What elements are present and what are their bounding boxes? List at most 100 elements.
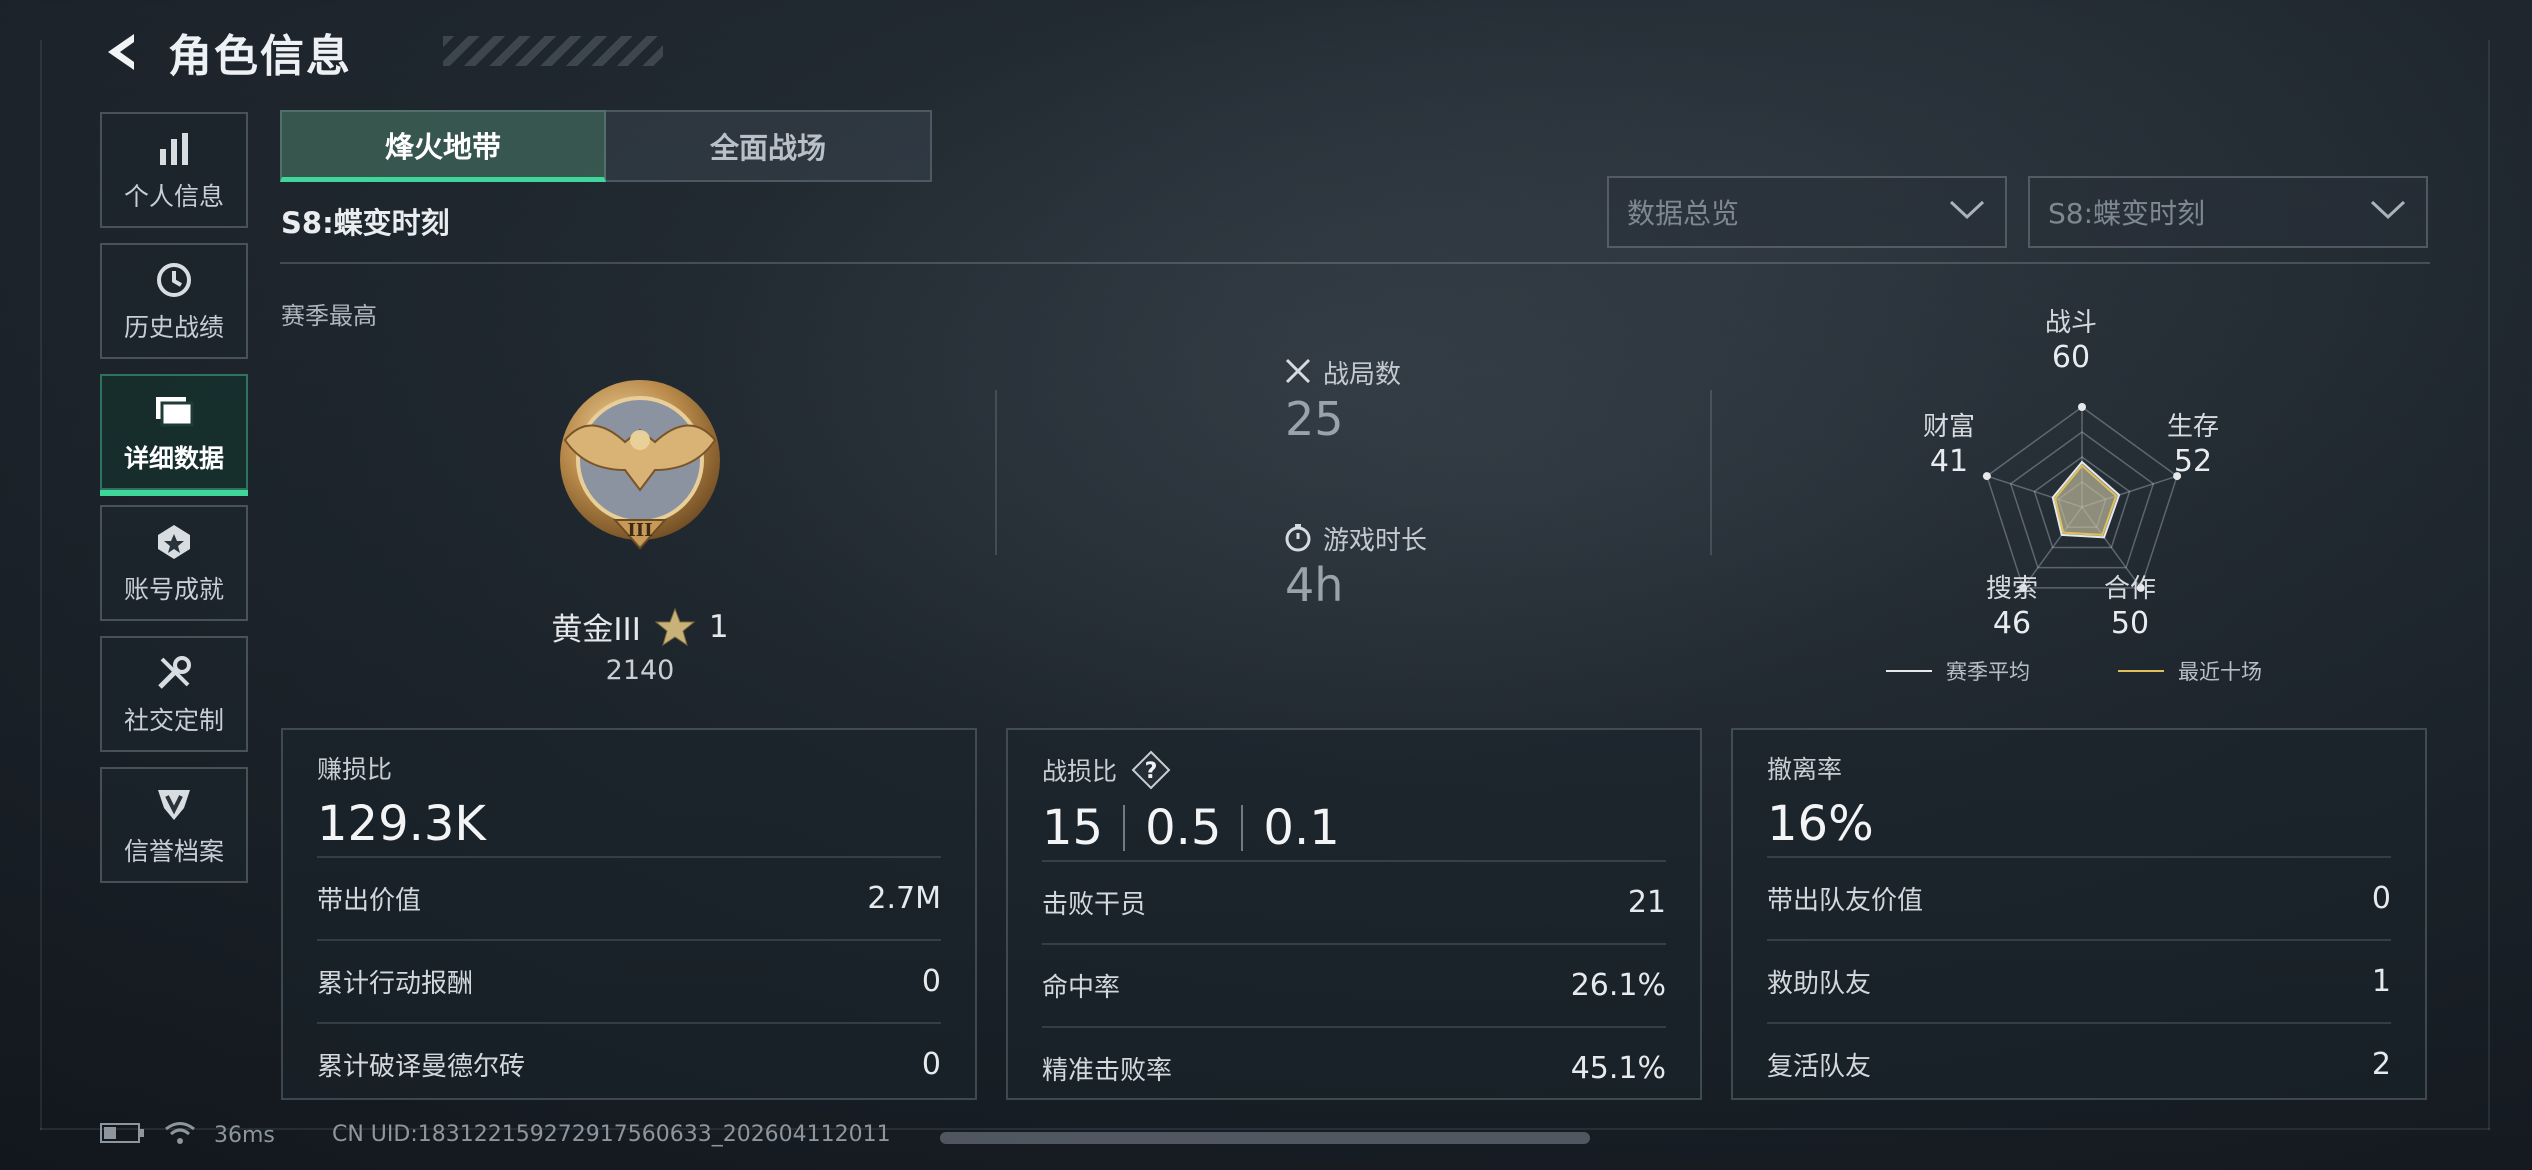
radar-label-combat: 战斗 [2044, 308, 2097, 338]
stat-row-label: 复活队友 [1767, 1052, 1872, 1082]
radar-vertex-dot [2078, 403, 2086, 411]
rank-score: 2140 [605, 655, 675, 686]
season-best-label: 赛季最高 [281, 302, 377, 330]
help-icon[interactable]: ? [1131, 750, 1171, 790]
radar-label-search: 搜索 [1985, 574, 2038, 604]
radar-value-combat: 60 [2051, 340, 2091, 375]
chevron-down-icon [2368, 198, 2408, 226]
view-dropdown[interactable]: 数据总览 [1607, 176, 2007, 248]
card-big-value: 16% [1767, 796, 1874, 852]
extraction-card: 撤离率 16% 带出队友价值 0 救助队友 1 复活队友 2 [1731, 728, 2427, 1100]
stat-row-value: 45.1% [1570, 1051, 1666, 1086]
legend-season-average: 赛季平均 [1886, 656, 2030, 686]
rank-star-count: 1 [708, 608, 729, 645]
sidebar-item-label: 社交定制 [123, 706, 224, 735]
stat-row-value: 1 [2371, 964, 2391, 999]
sidebar-item-achievements[interactable]: 账号成就 [100, 505, 248, 621]
folders-icon [152, 389, 196, 433]
rank-badge-numeral: III [627, 520, 652, 541]
card-title: 撤离率 [1767, 755, 1843, 784]
stat-row-value: 26.1% [1570, 968, 1666, 1003]
sidebar-item-personal-info[interactable]: 个人信息 [100, 112, 248, 228]
stopwatch-icon [1283, 522, 1313, 556]
card-title-row: 战损比 ? [1042, 750, 1666, 790]
stat-row-label: 累计行动报酬 [317, 969, 474, 999]
stat-row-label: 精准击败率 [1042, 1056, 1173, 1086]
legend-label: 最近十场 [2178, 660, 2262, 684]
stat-row: 救助队友 1 [1767, 939, 2391, 1022]
radar-value-search: 46 [1992, 606, 2032, 641]
season-dropdown[interactable]: S8:蝶变时刻 [2028, 176, 2428, 248]
sidebar-item-social-custom[interactable]: 社交定制 [100, 636, 248, 752]
divider [1710, 390, 1712, 555]
rank-name: 黄金III [551, 612, 641, 648]
kd-value-1: 15 [1042, 800, 1104, 856]
shield-badge-icon [152, 782, 196, 826]
stat-row: 命中率 26.1% [1042, 943, 1666, 1026]
rank-badge-icon: III [545, 370, 735, 570]
stat-row-value: 0 [2371, 881, 2391, 916]
season-dropdown-value: S8:蝶变时刻 [2048, 197, 2206, 230]
stat-row-value: 2 [2371, 1047, 2391, 1082]
stat-row: 复活队友 2 [1767, 1022, 2391, 1105]
card-big-value: 129.3K [317, 796, 486, 852]
status-footer: 36ms [100, 1120, 275, 1150]
profit-card: 赚损比 129.3K 带出价值 2.7M 累计行动报酬 0 累计破译曼德尔砖 0 [281, 728, 977, 1100]
legend-swatch [1886, 670, 1932, 672]
radar-label-survival: 生存 [2166, 412, 2219, 442]
tab-full-battlefield[interactable]: 全面战场 [606, 110, 932, 182]
page-header: 角色信息 [98, 22, 663, 82]
sidebar-item-label: 信誉档案 [123, 837, 224, 866]
radar-value-survival: 52 [2173, 444, 2213, 479]
title-hatch-decoration [443, 36, 663, 66]
radar-value-wealth: 41 [1929, 444, 1969, 479]
horizontal-scrollbar[interactable] [940, 1132, 1590, 1144]
chevron-down-icon [1947, 198, 1987, 226]
battery-icon [100, 1121, 146, 1149]
stat-row: 累计行动报酬 0 [317, 939, 941, 1022]
back-arrow-icon[interactable] [98, 28, 146, 76]
ping-value: 36ms [214, 1122, 275, 1148]
stat-row-label: 带出队友价值 [1767, 886, 1924, 916]
sidebar-item-detailed-data[interactable]: 详细数据 [100, 374, 248, 496]
playtime-label: 游戏时长 [1323, 526, 1428, 556]
rank-line: 黄金III 1 [480, 604, 800, 649]
matches-value: 25 [1285, 392, 1344, 446]
stat-row-value: 0 [921, 964, 941, 999]
star-icon [654, 607, 696, 647]
legend-recent-ten: 最近十场 [2118, 656, 2262, 686]
divider [1123, 805, 1126, 851]
stat-row: 累计破译曼德尔砖 0 [317, 1022, 941, 1105]
stat-row-value: 21 [1627, 885, 1666, 920]
radar-label-cooperation: 合作 [2103, 574, 2156, 604]
card-big-values: 15 0.5 0.1 [1042, 796, 1666, 860]
wifi-icon [164, 1120, 196, 1150]
tools-icon [152, 651, 196, 695]
legend-swatch [2118, 670, 2164, 672]
stat-row-label: 累计破译曼德尔砖 [317, 1052, 526, 1082]
sidebar-item-history[interactable]: 历史战绩 [100, 243, 248, 359]
card-title: 赚损比 [317, 755, 393, 784]
player-uid: CN UID:18312215927291756063​3_2026041120… [332, 1122, 891, 1147]
stat-row: 击败干员 21 [1042, 860, 1666, 943]
season-title: S8:蝶变时刻 [281, 206, 450, 240]
stat-row: 带出价值 2.7M [317, 856, 941, 939]
tab-hazard-zone[interactable]: 烽火地带 [280, 110, 606, 182]
combat-card: 战损比 ? 15 0.5 0.1 击败干员 21 命中率 26.1% 精准击败率… [1006, 728, 1702, 1100]
sidebar: 个人信息 历史战绩 详细数据 账号成就 社交定制 信誉档案 [100, 112, 248, 898]
legend-label: 赛季平均 [1946, 660, 2030, 684]
stat-row-label: 命中率 [1042, 973, 1121, 1003]
crossed-swords-icon [1283, 356, 1313, 390]
sidebar-item-label: 详细数据 [123, 444, 224, 473]
page-title: 角色信息 [168, 31, 352, 82]
playtime-value: 4h [1285, 558, 1344, 612]
stat-row-value: 0 [921, 1047, 941, 1082]
radar-value-cooperation: 50 [2110, 606, 2150, 641]
bar-chart-icon [152, 127, 196, 171]
sidebar-item-credit-file[interactable]: 信誉档案 [100, 767, 248, 883]
divider [995, 390, 997, 555]
sidebar-item-label: 个人信息 [123, 182, 224, 211]
help-icon-glyph: ? [1145, 759, 1158, 784]
mode-tabs: 烽火地带 全面战场 [280, 110, 932, 182]
divider [280, 262, 2430, 264]
